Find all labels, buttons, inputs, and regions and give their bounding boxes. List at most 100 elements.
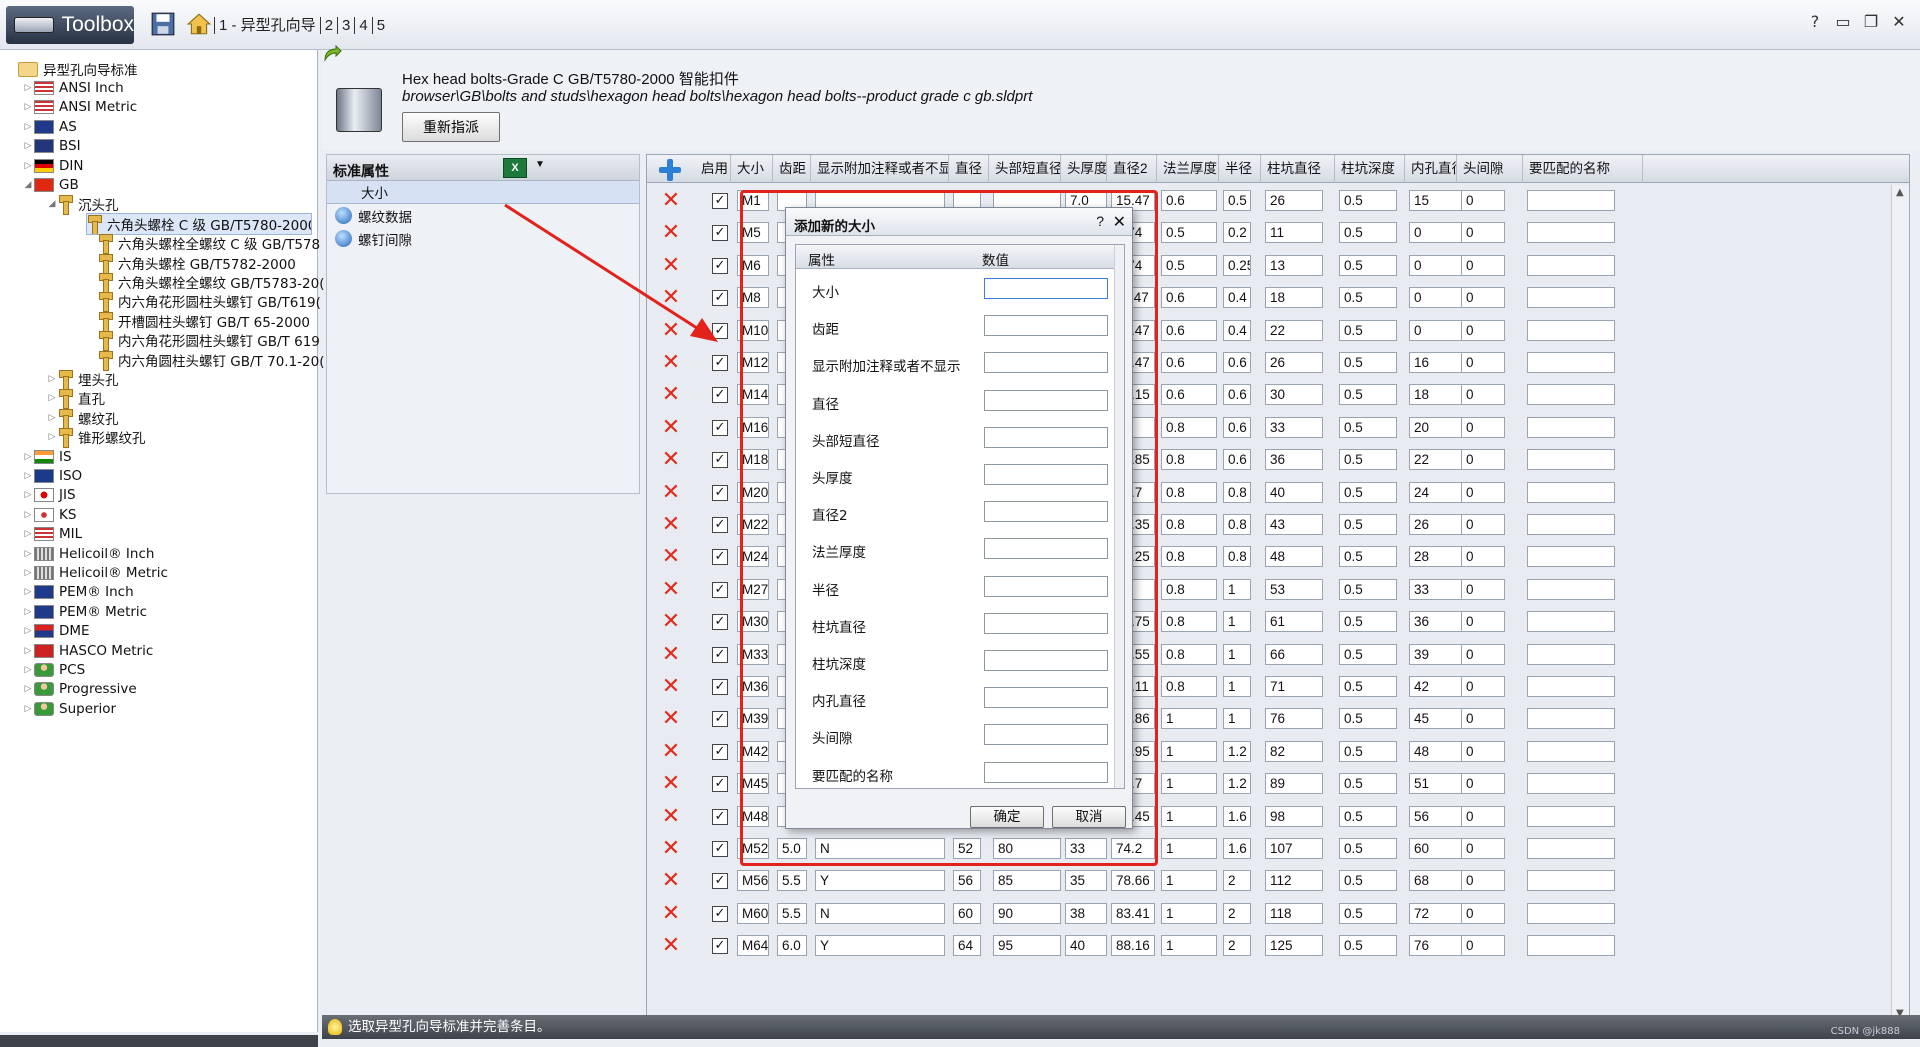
- table-cell[interactable]: 1: [1223, 578, 1251, 600]
- enable-checkbox[interactable]: ✓: [712, 938, 728, 955]
- table-cell[interactable]: 0.6: [1161, 190, 1217, 211]
- column-header[interactable]: 头间隙: [1457, 155, 1523, 183]
- table-cell[interactable]: 107: [1265, 838, 1323, 859]
- table-cell[interactable]: [1527, 805, 1615, 827]
- table-cell[interactable]: 0.5: [1339, 643, 1397, 665]
- enable-checkbox[interactable]: ✓: [712, 419, 728, 436]
- table-cell[interactable]: M24: [737, 546, 769, 568]
- table-cell[interactable]: 0.5: [1339, 481, 1397, 503]
- delete-row-icon[interactable]: ✕: [661, 352, 681, 374]
- delete-row-icon[interactable]: ✕: [661, 902, 681, 924]
- enable-checkbox[interactable]: ✓: [712, 452, 728, 469]
- delete-row-icon[interactable]: ✕: [661, 384, 681, 406]
- table-cell[interactable]: [1527, 514, 1615, 535]
- table-cell[interactable]: 0.8: [1161, 449, 1217, 471]
- table-cell[interactable]: 52: [953, 838, 981, 859]
- expand-arrow-icon[interactable]: ▷: [22, 122, 34, 132]
- table-cell[interactable]: 0: [1461, 254, 1505, 276]
- reassign-button[interactable]: 重新指派: [402, 112, 500, 142]
- table-cell[interactable]: 28: [1409, 546, 1465, 568]
- table-cell[interactable]: 0: [1461, 740, 1505, 762]
- expand-arrow-icon[interactable]: ▷: [22, 684, 34, 694]
- breadcrumb-step-5[interactable]: 5: [371, 17, 390, 34]
- table-cell[interactable]: [1527, 319, 1615, 341]
- table-cell[interactable]: M48: [737, 805, 769, 827]
- enable-checkbox[interactable]: ✓: [712, 549, 728, 566]
- table-cell[interactable]: 35: [1065, 870, 1107, 892]
- expand-arrow-icon[interactable]: ▷: [22, 471, 34, 481]
- tree-item[interactable]: 内六角圆柱头螺钉 GB/T 70.1-20(: [86, 349, 324, 371]
- table-cell[interactable]: 33: [1265, 416, 1323, 438]
- table-cell[interactable]: M22: [737, 514, 769, 535]
- column-header[interactable]: 柱坑直径: [1261, 155, 1335, 183]
- column-header[interactable]: 半径: [1219, 155, 1261, 183]
- table-cell[interactable]: N: [815, 838, 945, 859]
- column-header[interactable]: 法兰厚度: [1157, 155, 1219, 183]
- table-cell[interactable]: M36: [737, 676, 769, 697]
- table-cell[interactable]: [1527, 643, 1615, 665]
- table-cell[interactable]: 1: [1161, 740, 1217, 762]
- table-cell[interactable]: 88.16: [1111, 935, 1155, 957]
- table-cell[interactable]: 39: [1409, 643, 1465, 665]
- table-cell[interactable]: 43: [1265, 514, 1323, 535]
- expand-arrow-icon[interactable]: ▷: [22, 549, 34, 559]
- delete-row-icon[interactable]: ✕: [661, 190, 681, 212]
- table-vscrollbar[interactable]: ▲ ▼: [1891, 185, 1909, 1021]
- home-icon[interactable]: [186, 11, 212, 37]
- table-cell[interactable]: M42: [737, 740, 769, 762]
- table-cell[interactable]: 0.5: [1339, 611, 1397, 633]
- table-cell[interactable]: 1: [1223, 643, 1251, 665]
- table-cell[interactable]: 16: [1409, 352, 1465, 373]
- enable-checkbox[interactable]: ✓: [712, 193, 728, 209]
- table-cell[interactable]: M56: [737, 870, 769, 892]
- table-cell[interactable]: [1527, 935, 1615, 957]
- enable-checkbox[interactable]: ✓: [712, 517, 728, 533]
- table-cell[interactable]: 0.5: [1339, 514, 1397, 535]
- table-cell[interactable]: 0.8: [1161, 416, 1217, 438]
- table-cell[interactable]: 0.8: [1161, 611, 1217, 633]
- table-cell[interactable]: 22: [1409, 449, 1465, 471]
- table-cell[interactable]: 0: [1461, 643, 1505, 665]
- table-cell[interactable]: 0.8: [1161, 514, 1217, 535]
- delete-row-icon[interactable]: ✕: [661, 870, 681, 892]
- expand-arrow-icon[interactable]: ▷: [22, 607, 34, 617]
- table-cell[interactable]: M52: [737, 838, 769, 859]
- enable-checkbox[interactable]: ✓: [712, 679, 728, 695]
- table-cell[interactable]: 0.8: [1223, 481, 1251, 503]
- expand-arrow-icon[interactable]: ▷: [46, 432, 58, 442]
- table-cell[interactable]: [1527, 546, 1615, 568]
- table-cell[interactable]: 0: [1461, 416, 1505, 438]
- table-cell[interactable]: M20: [737, 481, 769, 503]
- table-cell[interactable]: 0.8: [1223, 514, 1251, 535]
- table-cell[interactable]: 72: [1409, 902, 1465, 924]
- table-cell[interactable]: 0: [1409, 222, 1465, 244]
- table-cell[interactable]: 1: [1161, 805, 1217, 827]
- table-cell[interactable]: 1: [1161, 870, 1217, 892]
- table-cell[interactable]: 0: [1461, 676, 1505, 697]
- table-cell[interactable]: 64: [953, 935, 981, 957]
- table-cell[interactable]: 38: [1065, 902, 1107, 924]
- table-cell[interactable]: 0: [1461, 190, 1505, 211]
- delete-row-icon[interactable]: ✕: [661, 805, 681, 827]
- delete-row-icon[interactable]: ✕: [661, 740, 681, 762]
- table-cell[interactable]: 0: [1461, 384, 1505, 406]
- table-cell[interactable]: 0.6: [1223, 352, 1251, 373]
- table-cell[interactable]: 0.4: [1223, 319, 1251, 341]
- dialog-vscrollbar[interactable]: [1114, 245, 1124, 788]
- table-cell[interactable]: 0.5: [1339, 416, 1397, 438]
- table-cell[interactable]: M14: [737, 384, 769, 406]
- table-cell[interactable]: 2: [1223, 935, 1251, 957]
- expand-arrow-icon[interactable]: ▷: [46, 374, 58, 384]
- table-cell[interactable]: 0.5: [1161, 222, 1217, 244]
- table-cell[interactable]: [1527, 773, 1615, 795]
- table-cell[interactable]: 0: [1461, 546, 1505, 568]
- close-icon[interactable]: ✕: [1113, 212, 1126, 232]
- table-cell[interactable]: 0.6: [1223, 449, 1251, 471]
- delete-row-icon[interactable]: ✕: [661, 676, 681, 698]
- table-cell[interactable]: 11: [1265, 222, 1323, 244]
- field-input[interactable]: [984, 650, 1108, 671]
- table-cell[interactable]: M16: [737, 416, 769, 438]
- table-cell[interactable]: 66: [1265, 643, 1323, 665]
- table-cell[interactable]: 0: [1461, 222, 1505, 244]
- table-cell[interactable]: 0.5: [1339, 319, 1397, 341]
